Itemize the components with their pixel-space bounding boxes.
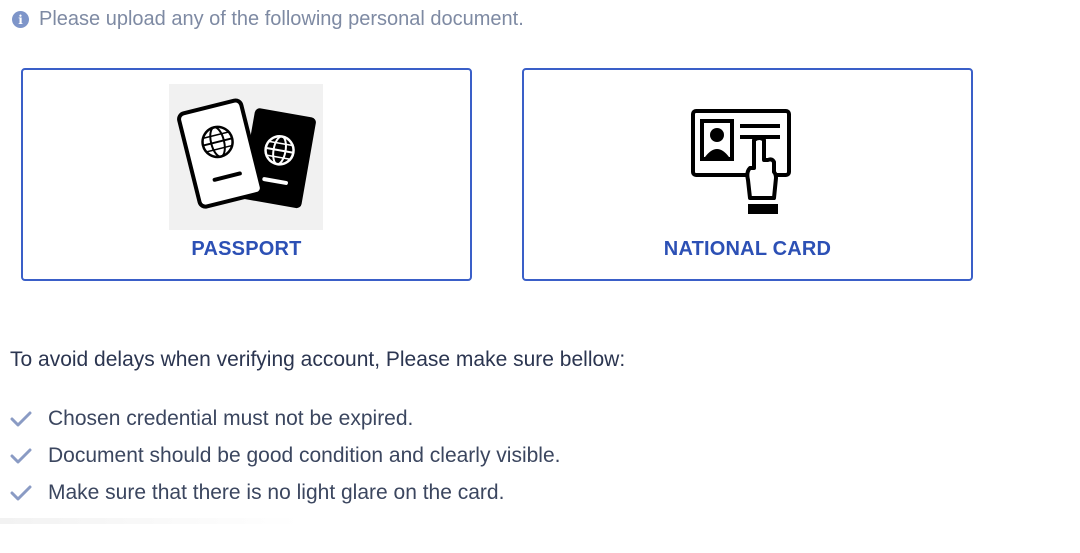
national-card-label: NATIONAL CARD bbox=[663, 238, 832, 260]
passport-option[interactable]: PASSPORT bbox=[21, 68, 472, 281]
list-item: Chosen credential must not be expired. bbox=[10, 400, 560, 437]
notice-text: Please upload any of the following perso… bbox=[39, 8, 524, 30]
requirement-text: Chosen credential must not be expired. bbox=[48, 406, 414, 430]
check-icon bbox=[10, 410, 32, 428]
national-card-option[interactable]: NATIONAL CARD bbox=[522, 68, 973, 281]
id-card-icon bbox=[690, 108, 794, 220]
info-icon: i bbox=[12, 11, 29, 28]
divider bbox=[0, 518, 300, 524]
requirements-title: To avoid delays when verifying account, … bbox=[10, 348, 626, 371]
check-icon bbox=[10, 484, 32, 502]
passport-label: PASSPORT bbox=[191, 238, 302, 260]
passport-icon bbox=[169, 84, 323, 230]
upload-notice: i Please upload any of the following per… bbox=[12, 8, 524, 31]
check-icon bbox=[10, 447, 32, 465]
requirement-text: Document should be good condition and cl… bbox=[48, 443, 561, 467]
list-item: Make sure that there is no light glare o… bbox=[10, 474, 560, 511]
list-item: Document should be good condition and cl… bbox=[10, 437, 560, 474]
requirements-list: Chosen credential must not be expired. D… bbox=[10, 400, 560, 511]
requirement-text: Make sure that there is no light glare o… bbox=[48, 480, 505, 504]
